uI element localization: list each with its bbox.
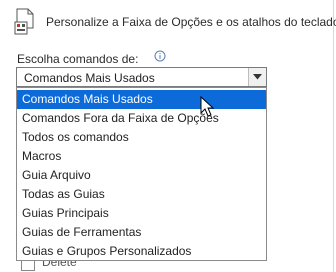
option-custom-tabs-groups[interactable]: Guias e Grupos Personalizados [17,242,266,261]
choose-commands-dropdown-list: Comandos Mais Usados Comandos Fora da Fa… [16,87,267,261]
option-macros[interactable]: Macros [17,147,266,166]
window-edge [333,0,334,272]
option-all-commands[interactable]: Todos os comandos [17,128,266,147]
word-options-customize-panel: Personalize a Faixa de Opções e os atalh… [0,0,336,272]
customize-description: Personalize a Faixa de Opções e os atalh… [46,15,336,29]
chevron-down-icon [253,74,262,80]
option-tool-tabs[interactable]: Guias de Ferramentas [17,223,266,242]
combobox-dropdown-button[interactable] [248,68,266,86]
option-not-in-ribbon[interactable]: Comandos Fora da Faixa de Opções [17,109,266,128]
choose-commands-label: Escolha comandos de: [17,52,139,66]
combobox-selected-value: Comandos Mais Usados [24,71,155,85]
choose-commands-combobox[interactable]: Comandos Mais Usados [16,67,267,87]
mouse-cursor-icon [200,96,215,117]
info-icon[interactable] [154,50,166,62]
list-item[interactable]: Delete [42,261,77,269]
option-all-tabs[interactable]: Todas as Guias [17,185,266,204]
option-file-tab[interactable]: Guia Arquivo [17,166,266,185]
commands-list-partial: Delete [17,261,267,272]
delete-icon [21,261,35,271]
option-main-tabs[interactable]: Guias Principais [17,204,266,223]
option-most-used[interactable]: Comandos Mais Usados [17,90,266,109]
customize-ribbon-icon [14,8,34,35]
